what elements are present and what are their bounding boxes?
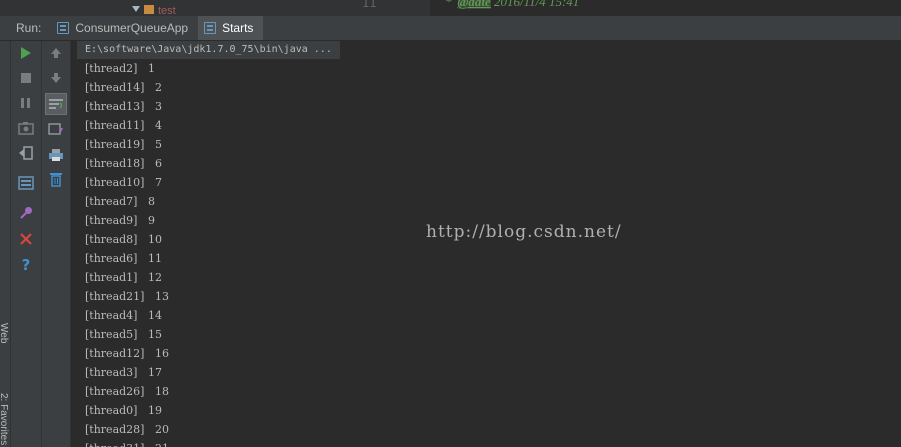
console-line: [thread4] 14 [85,309,162,322]
scroll-to-end-button[interactable] [46,119,66,139]
run-toolbar-secondary [42,41,71,447]
layout-icon [18,176,34,190]
console-line: [thread14] 2 [85,81,162,94]
console-line: [thread31] 21 [85,442,169,447]
scroll-down-button[interactable] [46,68,66,88]
console-line: [thread0] 19 [85,404,162,417]
tab-label: Starts [222,21,254,35]
javadoc-value: 2016/11/4 15:41 [493,0,580,9]
console-line: [thread11] 4 [85,119,162,132]
exit-button[interactable] [16,143,36,163]
console-line: [thread26] 18 [85,385,169,398]
watermark: http://blog.csdn.net/ [426,222,622,242]
stop-button[interactable] [16,68,36,88]
rerun-button[interactable] [16,43,36,63]
soft-wrap-toggle[interactable] [45,93,67,115]
close-icon [20,233,32,245]
line-number: 11 [362,0,377,10]
trash-icon [50,173,62,187]
scroll-up-button[interactable] [46,43,66,63]
left-tool-window-strip: Web 2: Favorites [0,41,11,447]
console-line: [thread13] 3 [85,100,162,113]
tab-starts[interactable]: Starts [198,16,264,40]
svg-text:?: ? [22,256,31,272]
side-tab-web[interactable]: Web [0,323,9,343]
run-config-icon [57,22,70,34]
javadoc-star: * [445,0,452,9]
run-label: Run: [16,21,42,35]
console-line: [thread8] 10 [85,233,162,246]
run-toolbar-primary: ? [11,41,42,447]
javadoc-annotation: * @date 2016/11/4 15:41 [445,0,579,10]
question-icon: ? [22,256,31,272]
console-line: [thread12] 16 [85,347,169,360]
run-config-icon [204,22,217,34]
console-line: [thread7] 8 [85,195,155,208]
console-line: [thread21] 13 [85,290,169,303]
console-output[interactable]: E:\software\Java\jdk1.7.0_75\bin\java ..… [71,41,901,447]
clear-all-button[interactable] [46,169,66,189]
pause-icon [21,98,30,108]
console-line: [thread18] 6 [85,157,162,170]
soft-wrap-icon [49,99,63,109]
play-icon [21,47,31,59]
expand-triangle-icon[interactable] [132,6,140,12]
print-button[interactable] [46,145,66,165]
stop-icon [21,73,31,83]
help-button[interactable]: ? [16,254,36,274]
arrow-up-icon [51,48,61,58]
console-line: [thread10] 7 [85,176,162,189]
printer-icon [49,149,63,161]
tree-item-test[interactable]: test [132,3,176,15]
close-button[interactable] [16,229,36,249]
side-tab-favorites[interactable]: 2: Favorites [0,393,9,445]
console-line: [thread5] 15 [85,328,162,341]
dump-threads-button[interactable] [16,118,36,138]
console-line: [thread9] 9 [85,214,155,227]
exit-icon [19,146,33,160]
tree-item-label: test [158,4,176,14]
pin-icon [20,207,32,219]
console-line: [thread1] 12 [85,271,162,284]
console-line: [thread28] 20 [85,423,169,436]
pause-button[interactable] [16,93,36,113]
console-line: [thread6] 11 [85,252,162,265]
console-line: [thread19] 5 [85,138,162,151]
command-line[interactable]: E:\software\Java\jdk1.7.0_75\bin\java ..… [77,41,340,59]
tab-label: ConsumerQueueApp [75,21,189,35]
run-toolwindow-header: Run: ConsumerQueueApp Starts [0,16,901,41]
folder-icon [144,4,154,14]
console-lines: [thread2] 1 [thread14] 2 [thread13] 3 [thre… [85,62,169,447]
arrow-down-icon [51,73,61,83]
pin-button[interactable] [16,203,36,223]
editor-top-strip: test 11 * @date 2016/11/4 15:41 [0,0,901,16]
camera-icon [18,122,34,135]
scroll-end-icon [48,123,63,135]
tab-consumerqueueapp[interactable]: ConsumerQueueApp [51,16,198,40]
console-line: [thread2] 1 [85,62,155,75]
layout-button[interactable] [16,173,36,193]
console-line: [thread3] 17 [85,366,162,379]
javadoc-tag: @date [457,0,491,9]
